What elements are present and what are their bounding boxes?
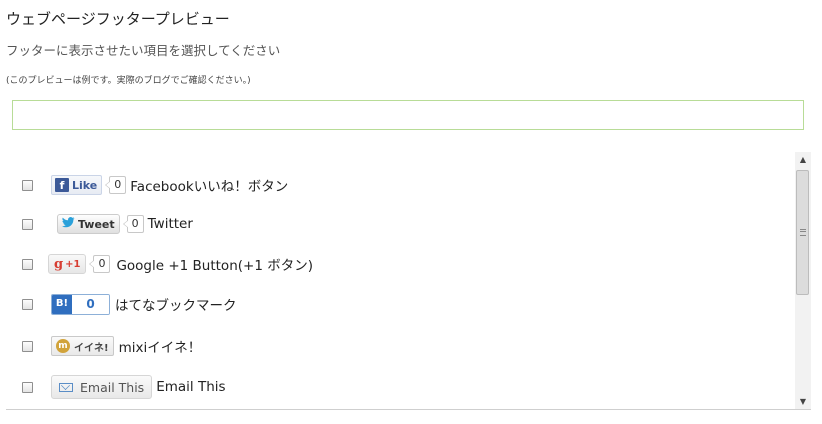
page-title: ウェブページフッタープレビュー xyxy=(6,10,230,28)
list-item-hatena: B! 0 はてなブックマーク xyxy=(6,291,237,317)
google-plus-checkbox[interactable] xyxy=(22,258,33,270)
page-subtitle: フッターに表示させたい項目を選択してください xyxy=(6,43,281,58)
email-label: Email This xyxy=(156,379,226,395)
google-plus-text: +1 xyxy=(65,258,81,270)
mixi-label: mixiイイネ！ xyxy=(118,340,202,356)
list-item-facebook: f Like 0 Facebookいいね！ボタン xyxy=(6,172,288,198)
hatena-checkbox[interactable] xyxy=(22,298,33,310)
facebook-checkbox[interactable] xyxy=(22,179,33,191)
google-icon: g xyxy=(54,256,64,272)
facebook-label: Facebookいいね！ボタン xyxy=(130,179,289,195)
email-checkbox[interactable] xyxy=(22,381,33,393)
preview-note: (このプレビューは例です。実際のブログでご確認ください。) xyxy=(6,76,251,86)
email-this-button: Email This xyxy=(51,375,153,399)
mixi-iine-text: イイネ! xyxy=(74,342,109,354)
facebook-like-text: Like xyxy=(72,178,98,192)
facebook-count: 0 xyxy=(105,176,127,194)
email-this-text: Email This xyxy=(80,379,145,395)
mixi-iine-button: m イイネ! xyxy=(51,336,114,356)
footer-preview-box xyxy=(12,100,804,130)
list-item-mixi: m イイネ! mixiイイネ！ xyxy=(6,333,201,359)
google-plus-count: 0 xyxy=(89,255,111,273)
facebook-icon: f xyxy=(55,178,69,192)
envelope-icon xyxy=(59,382,73,392)
hatena-label: はてなブックマーク xyxy=(115,298,237,314)
hatena-icon: B! xyxy=(52,294,72,314)
mixi-checkbox[interactable] xyxy=(22,340,33,352)
list-bottom-divider xyxy=(6,409,811,410)
hatena-bookmark-button: B! 0 xyxy=(51,293,110,315)
mixi-icon: m xyxy=(56,339,70,353)
scroll-down-icon[interactable]: ▼ xyxy=(795,394,811,410)
google-plus-button: g +1 xyxy=(48,254,87,274)
google-plus-label: Google +1 Button(+1 ボタン) xyxy=(116,258,313,274)
twitter-bird-icon xyxy=(62,217,75,231)
twitter-checkbox[interactable] xyxy=(22,218,33,230)
options-list: f Like 0 Facebookいいね！ボタン Tweet 0 Twitter… xyxy=(6,152,811,410)
list-item-email: Email This Email This xyxy=(6,374,226,400)
scroll-up-icon[interactable]: ▲ xyxy=(795,152,811,168)
tweet-button: Tweet xyxy=(57,214,120,234)
facebook-like-button: f Like xyxy=(51,175,103,195)
list-item-twitter: Tweet 0 Twitter xyxy=(6,211,193,237)
grip-icon xyxy=(800,229,806,236)
twitter-count: 0 xyxy=(122,215,144,233)
tweet-text: Tweet xyxy=(78,217,115,231)
list-item-google-plus: g +1 0 Google +1 Button(+1 ボタン) xyxy=(6,251,313,277)
scrollbar-thumb[interactable] xyxy=(796,170,809,295)
vertical-scrollbar[interactable]: ▲ ▼ xyxy=(795,152,811,410)
twitter-label: Twitter xyxy=(147,216,193,232)
hatena-count: 0 xyxy=(72,294,109,314)
